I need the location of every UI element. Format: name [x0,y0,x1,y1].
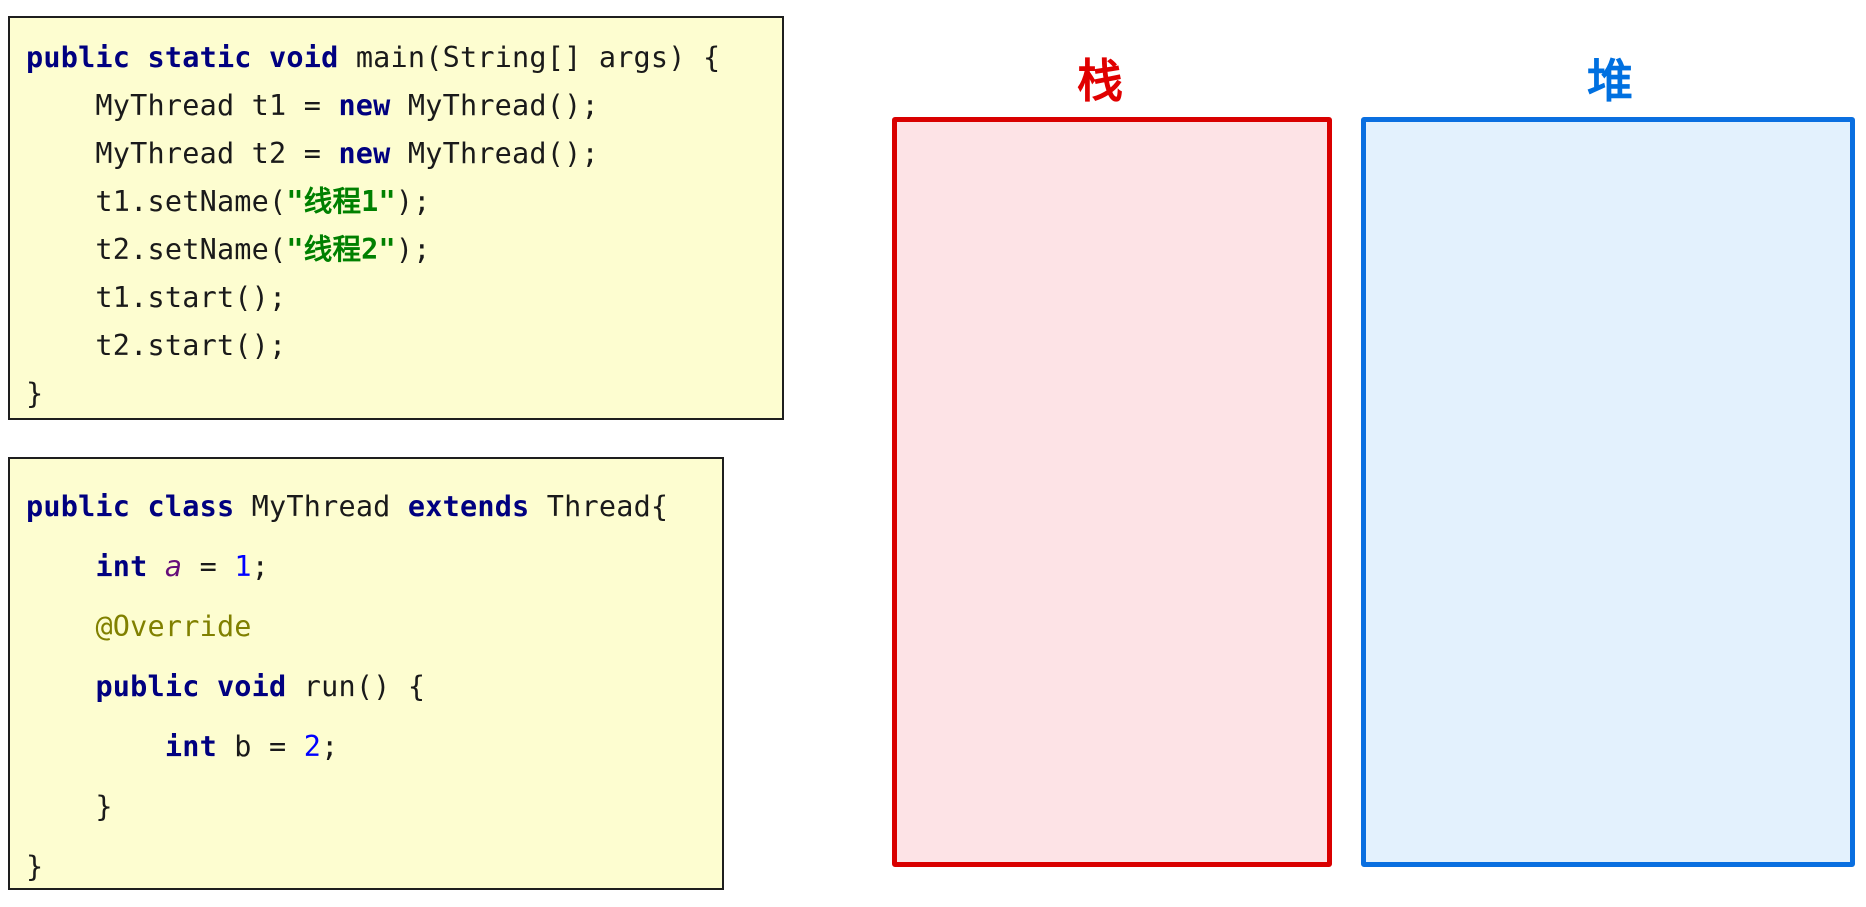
code-token-txt: ); [395,185,431,218]
code-token-kw: int [95,550,148,583]
main-code-line: t1.setName("线程1"); [10,178,782,226]
code-token-kw: new [338,89,391,122]
main-code-line: } [10,370,782,418]
class-code-line: } [10,837,722,897]
code-token-kw: static [147,41,252,74]
code-token-txt: b = [216,730,304,763]
code-token-txt: } [26,377,44,410]
code-token-str: "线程2" [286,233,396,266]
class-code-line: public class MyThread extends Thread{ [10,477,722,537]
main-code-line: t2.setName("线程2"); [10,226,782,274]
code-token-kw: extends [407,490,530,523]
code-token-txt: MyThread(); [390,89,599,122]
code-token-txt: Thread{ [529,490,669,523]
class-code-line: @Override [10,597,722,657]
code-token-txt: ; [251,550,270,583]
main-code-line: public static void main(String[] args) { [10,34,782,82]
code-token-kw: void [216,670,287,703]
code-token-txt: run() { [286,670,426,703]
code-token-txt: main(String[] args) { [338,41,721,74]
class-code-line: int a = 1; [10,537,722,597]
code-token-txt: ; [321,730,339,763]
code-token-txt: MyThread(); [390,137,599,170]
stack-label: 栈 [1077,54,1123,108]
heap-label: 堆 [1587,54,1633,108]
code-token-kw: public [26,41,131,74]
code-token-txt: t1.start(); [26,281,287,314]
mythread-class-code-block: public class MyThread extends Thread{ in… [8,457,724,890]
code-token-kw: void [269,41,339,74]
main-code-line: MyThread t1 = new MyThread(); [10,82,782,130]
main-code-line: t2.start(); [10,322,782,370]
class-code-line: int b = 2; [10,717,722,777]
code-token-kw: new [338,137,391,170]
class-code-line: public void run() { [10,657,722,717]
main-method-code-block: public static void main(String[] args) {… [8,16,784,420]
code-token-txt: } [26,790,113,823]
heap-memory-area [1361,117,1855,867]
code-token-txt: ); [395,233,431,266]
code-token-num: 2 [303,730,322,763]
code-token-kw: public [26,490,131,523]
code-token-txt: MyThread t2 = [26,137,339,170]
main-code-line: MyThread t2 = new MyThread(); [10,130,782,178]
code-token-ann: @Override [95,610,252,643]
code-token-txt: } [26,850,44,883]
code-token-txt: MyThread t1 = [26,89,339,122]
stack-memory-area [892,117,1332,867]
code-token-txt: = [182,550,235,583]
code-token-str: "线程1" [286,185,396,218]
code-token-num: 1 [234,550,252,583]
main-code-line: t1.start(); [10,274,782,322]
code-token-kw: int [164,730,217,763]
code-token-kw: class [147,490,235,523]
code-token-txt: MyThread [234,490,408,523]
class-code-line: } [10,777,722,837]
code-token-field: a [164,550,183,583]
code-token-txt: t1.setName( [26,185,287,218]
code-token-txt: t2.setName( [26,233,287,266]
code-token-kw: public [95,670,200,703]
code-token-txt: t2.start(); [26,329,287,362]
